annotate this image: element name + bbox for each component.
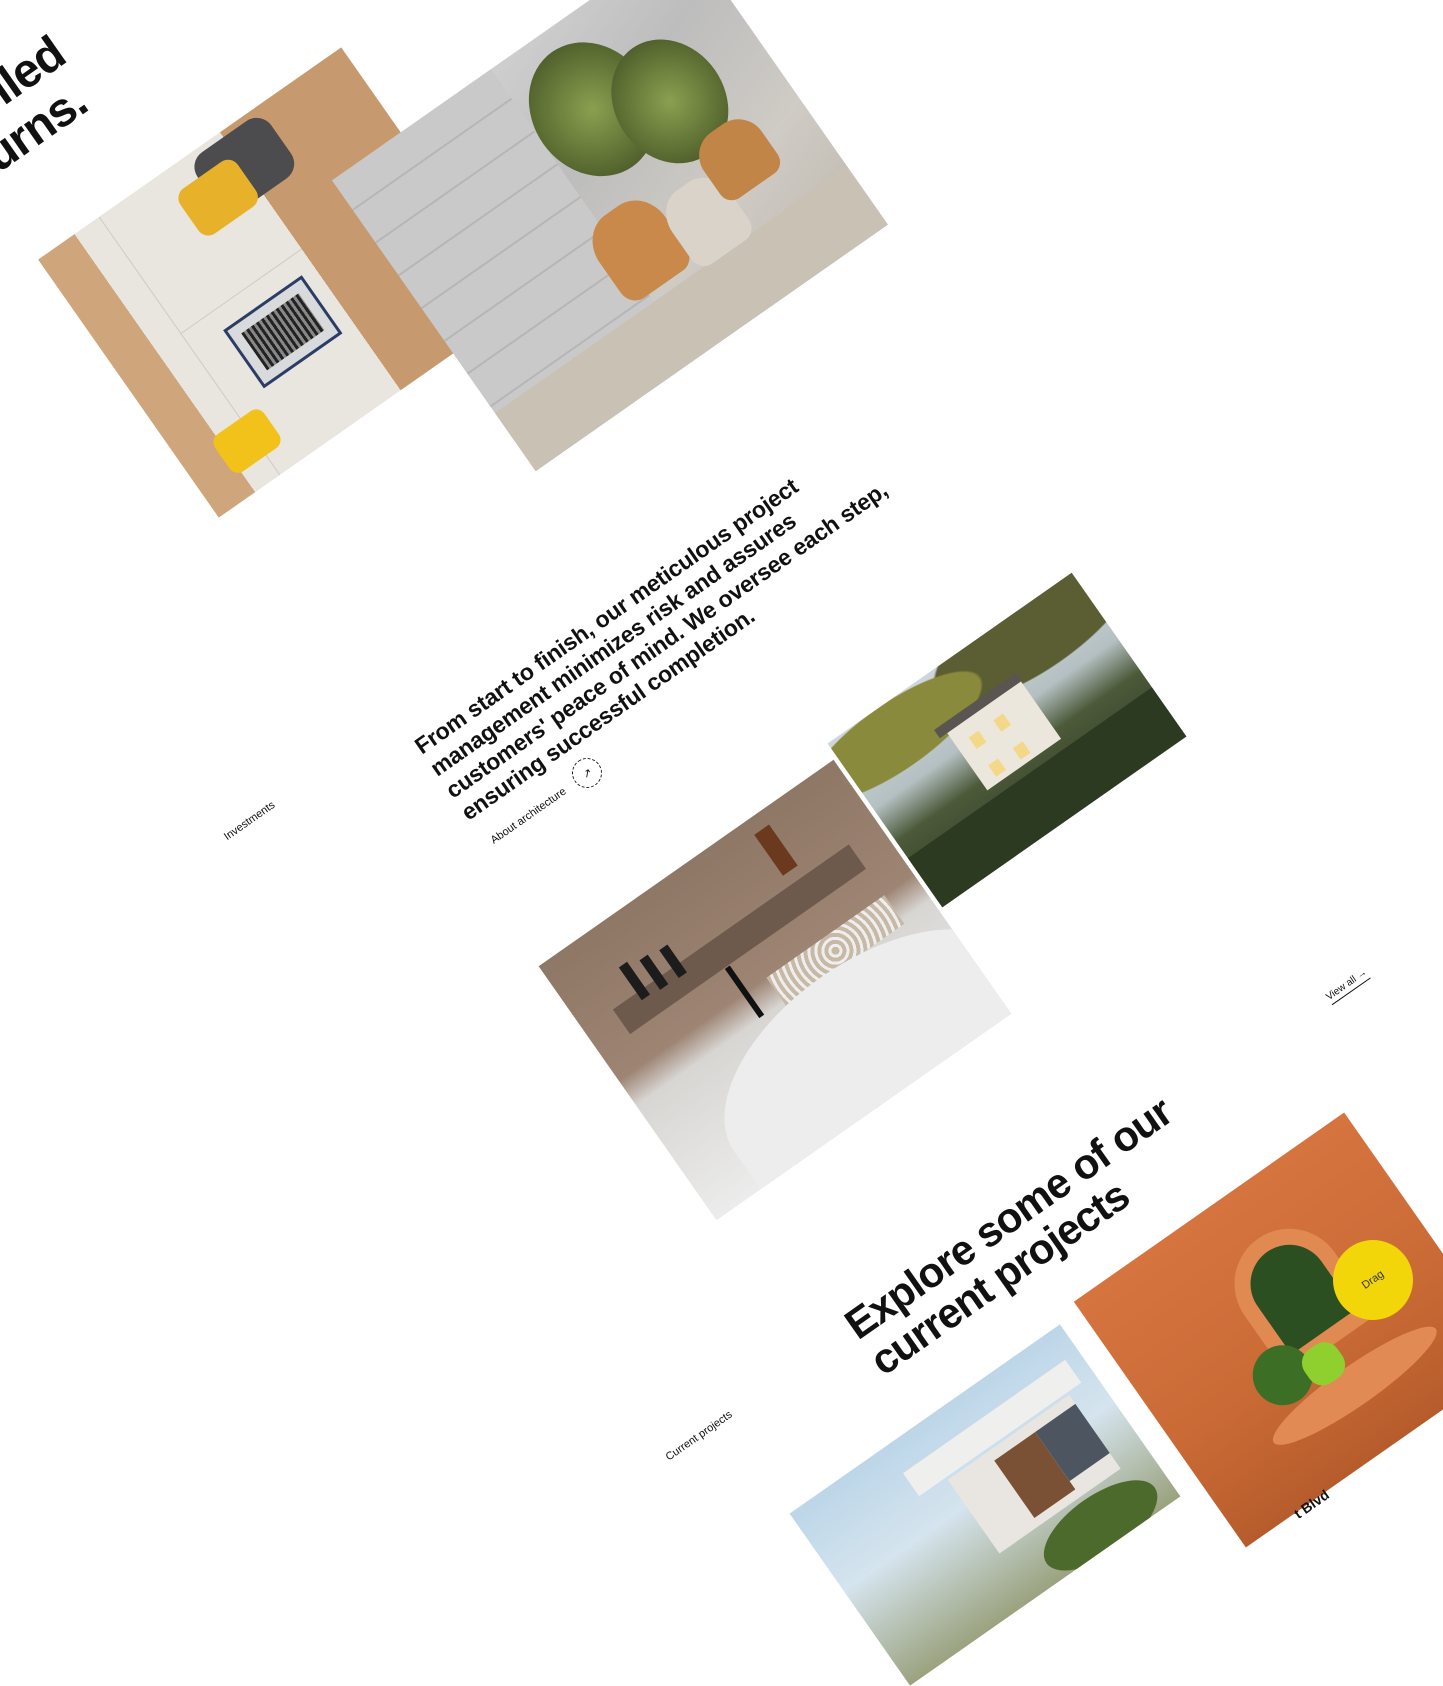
about-arrow-button[interactable]: ↗ [566,752,608,794]
section-label-current-projects: Current projects [663,1408,735,1464]
statement-line-2: management minimizes risk and assures [425,507,801,782]
project-card-modern-house[interactable] [789,1324,1181,1686]
lounge-chairs-photo [332,0,888,472]
faucet-shape [724,964,765,1018]
bottle-shape [753,824,798,876]
statement-line-3: customers' peace of mind. We oversee eac… [440,476,892,804]
view-all-link[interactable]: View all → [1324,966,1371,1006]
section-label-investments: Investments [221,799,278,843]
arrow-up-right-icon: ↗ [580,765,595,781]
drag-label: Drag [1359,1268,1387,1292]
laptop-shape [222,275,343,389]
